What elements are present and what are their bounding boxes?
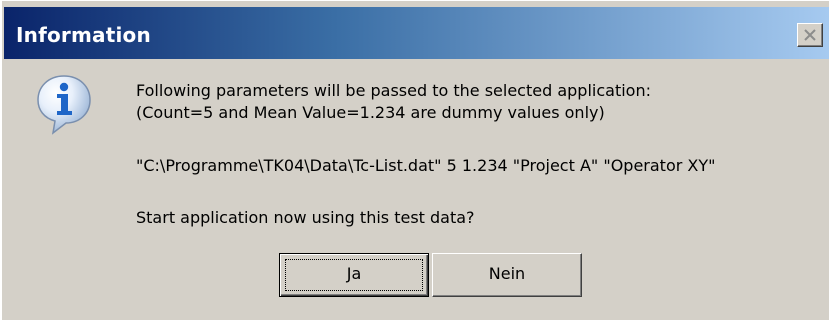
info-icon [37,75,91,135]
yes-button-label: Ja [346,264,362,283]
window-title: Information [16,23,151,47]
message-line-2: (Count=5 and Mean Value=1.234 are dummy … [136,103,605,122]
close-button[interactable] [797,23,823,47]
message-line-1: Following parameters will be passed to t… [136,81,651,100]
confirmation-question: Start application now using this test da… [136,208,475,227]
no-button[interactable]: Nein [432,253,582,297]
no-button-label: Nein [488,264,526,283]
close-icon [804,29,816,41]
information-dialog: Information Following parameters will be… [0,0,829,320]
yes-button[interactable]: Ja [279,253,429,297]
command-line-text: "C:\Programme\TK04\Data\Tc-List.dat" 5 1… [136,156,716,175]
title-bar[interactable]: Information [4,7,829,59]
